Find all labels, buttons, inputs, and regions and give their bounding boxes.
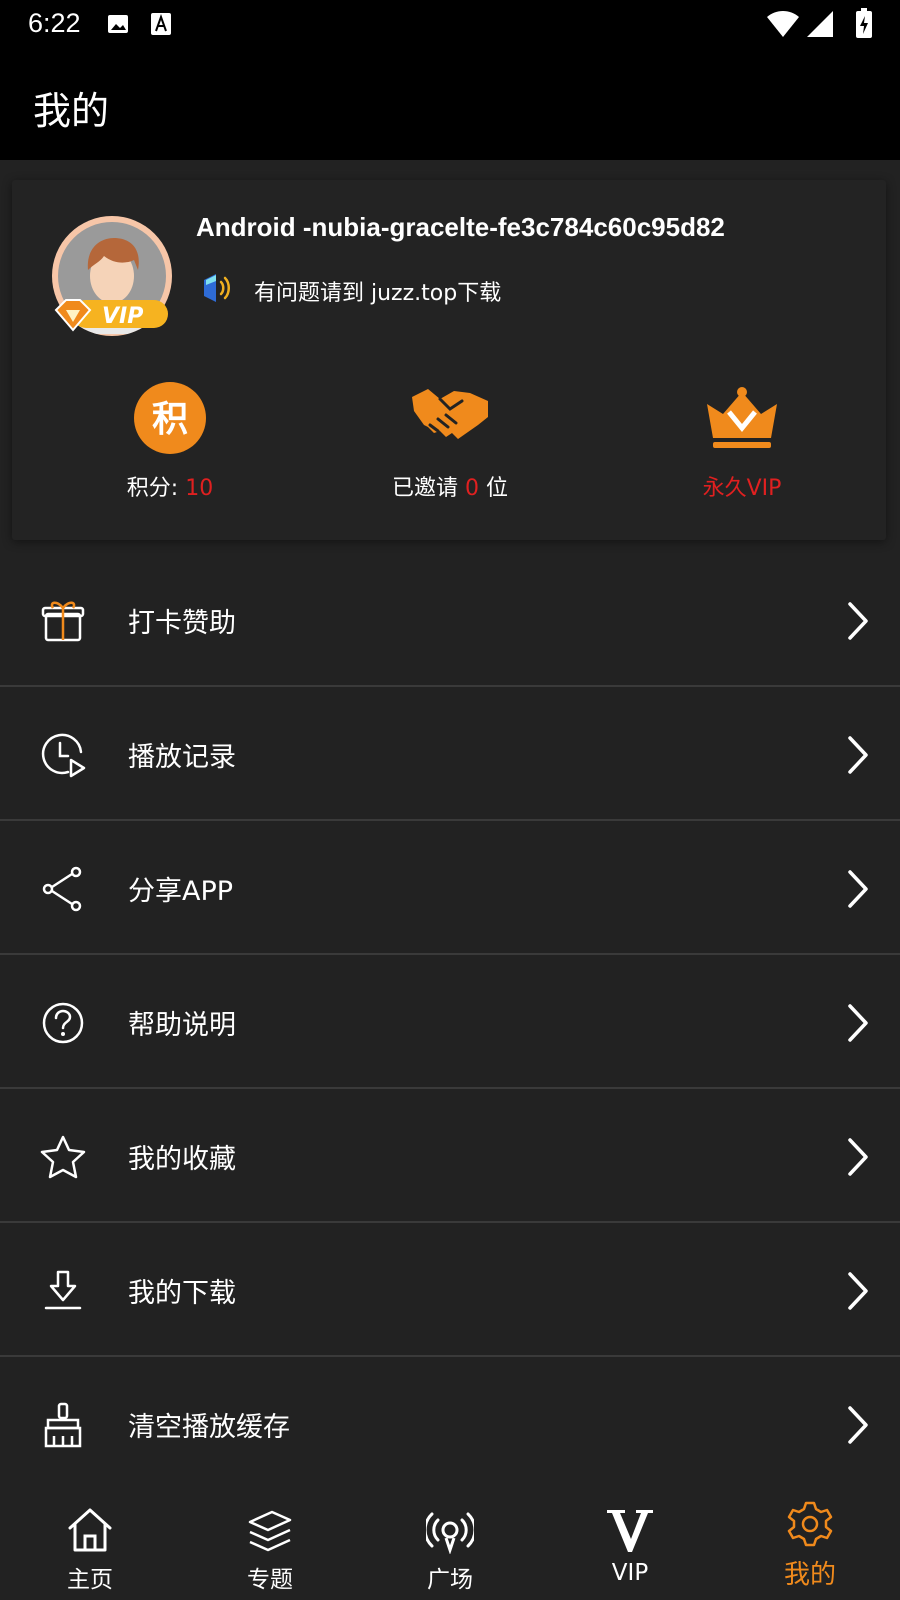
home-icon (68, 1508, 112, 1552)
invited-stat[interactable]: 已邀请 0 位 (320, 380, 580, 502)
menu-item-checkin-sponsor[interactable]: 打卡赞助 (0, 553, 900, 687)
invited-prefix: 已邀请 (392, 476, 465, 501)
broadcast-icon (426, 1512, 474, 1554)
status-time: 6:22 (28, 8, 81, 38)
tab-square[interactable]: 广场 (360, 1476, 540, 1600)
wifi-icon (767, 11, 799, 37)
menu-item-share-app[interactable]: 分享APP (0, 821, 900, 955)
tab-label: VIP (611, 1560, 649, 1586)
page-title: 我的 (33, 89, 110, 133)
share-icon (42, 866, 82, 912)
profile-card: VIP Android -nubia-gracelte-fe3c784c60c9… (12, 180, 886, 540)
points-icon: 积 (134, 382, 206, 454)
points-value: 10 (185, 476, 214, 501)
chevron-right-icon (848, 602, 868, 640)
app-bar: 我的 (0, 50, 900, 160)
handshake-icon (412, 389, 488, 439)
vip-badge-icon: VIP (54, 299, 168, 332)
tab-label: 我的 (783, 1560, 836, 1590)
tab-label: 专题 (247, 1567, 293, 1593)
tab-label: 主页 (67, 1567, 113, 1593)
menu-item-label: 清空播放缓存 (128, 1412, 290, 1443)
layers-icon (248, 1510, 292, 1552)
speaker-icon (204, 274, 230, 302)
menu-item-label: 我的收藏 (128, 1144, 236, 1175)
broom-icon (44, 1402, 82, 1448)
notice-text: 有问题请到 juzz.top下载 (254, 281, 502, 306)
points-stat[interactable]: 积 积分: 10 (40, 380, 300, 502)
chevron-right-icon (848, 1004, 868, 1042)
points-label: 积分: (126, 476, 179, 501)
menu-item-favorites[interactable]: 我的收藏 (0, 1089, 900, 1223)
tab-vip[interactable]: VIP (540, 1476, 720, 1600)
vip-stat[interactable]: 永久VIP (612, 380, 872, 502)
menu-item-downloads[interactable]: 我的下载 (0, 1223, 900, 1357)
invited-suffix: 位 (479, 476, 508, 501)
battery-icon (856, 8, 872, 38)
menu-list: 打卡赞助 播放记录 分享APP 帮助说明 我的收藏 我的下载 清空播放缓存 (0, 553, 900, 1491)
star-icon (40, 1135, 86, 1179)
tab-topics[interactable]: 专题 (180, 1476, 360, 1600)
help-icon (42, 1002, 84, 1044)
menu-item-label: 播放记录 (128, 742, 236, 773)
invited-value: 0 (465, 476, 479, 501)
gear-icon (787, 1501, 833, 1547)
chevron-right-icon (848, 1272, 868, 1310)
points-icon-text: 积 (152, 399, 188, 440)
signal-icon (807, 11, 833, 37)
chevron-right-icon (848, 736, 868, 774)
menu-item-help[interactable]: 帮助说明 (0, 955, 900, 1089)
menu-item-label: 打卡赞助 (128, 608, 236, 639)
tab-home[interactable]: 主页 (0, 1476, 180, 1600)
crown-icon (707, 387, 777, 448)
menu-item-clear-cache[interactable]: 清空播放缓存 (0, 1357, 900, 1491)
bottom-tab-bar: 主页 专题 广场 VIP 我的 (0, 1476, 900, 1600)
tab-label: 广场 (427, 1567, 473, 1593)
menu-item-label: 我的下载 (128, 1278, 236, 1309)
vip-label: 永久VIP (702, 476, 782, 501)
gift-icon (41, 601, 85, 642)
tab-mine[interactable]: 我的 (720, 1476, 900, 1600)
menu-item-label: 分享APP (128, 876, 234, 907)
chevron-right-icon (848, 1138, 868, 1176)
status-bar: 6:22 (0, 0, 900, 50)
chevron-right-icon (848, 1406, 868, 1444)
username: Android -nubia-gracelte-fe3c784c60c95d82 (196, 212, 725, 242)
vip-v-icon (607, 1510, 653, 1552)
menu-item-play-history[interactable]: 播放记录 (0, 687, 900, 821)
chevron-right-icon (848, 870, 868, 908)
image-notification-icon (108, 15, 128, 33)
menu-item-label: 帮助说明 (128, 1010, 236, 1041)
download-icon (44, 1270, 82, 1310)
vip-badge-text: VIP (102, 304, 143, 329)
history-icon (41, 733, 86, 778)
font-notification-icon (151, 13, 171, 35)
